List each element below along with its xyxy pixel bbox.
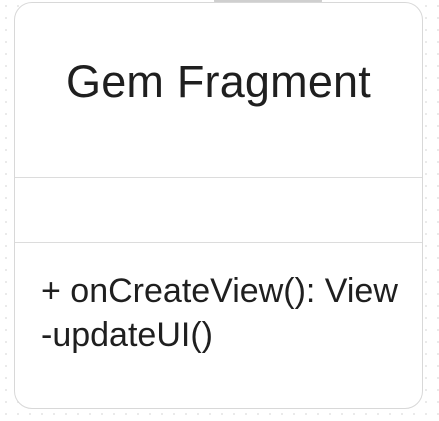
attributes-compartment: [15, 178, 422, 243]
method-item: -updateUI(): [41, 316, 213, 354]
methods-compartment: + onCreateView(): View -updateUI(): [15, 243, 422, 408]
uml-class-box[interactable]: Gem Fragment + onCreateView(): View -upd…: [14, 2, 423, 409]
class-name: Gem Fragment: [66, 56, 371, 107]
class-name-compartment: Gem Fragment: [15, 3, 422, 178]
method-item: + onCreateView(): View: [41, 272, 398, 310]
diagram-canvas: Gem Fragment + onCreateView(): View -upd…: [0, 0, 439, 421]
